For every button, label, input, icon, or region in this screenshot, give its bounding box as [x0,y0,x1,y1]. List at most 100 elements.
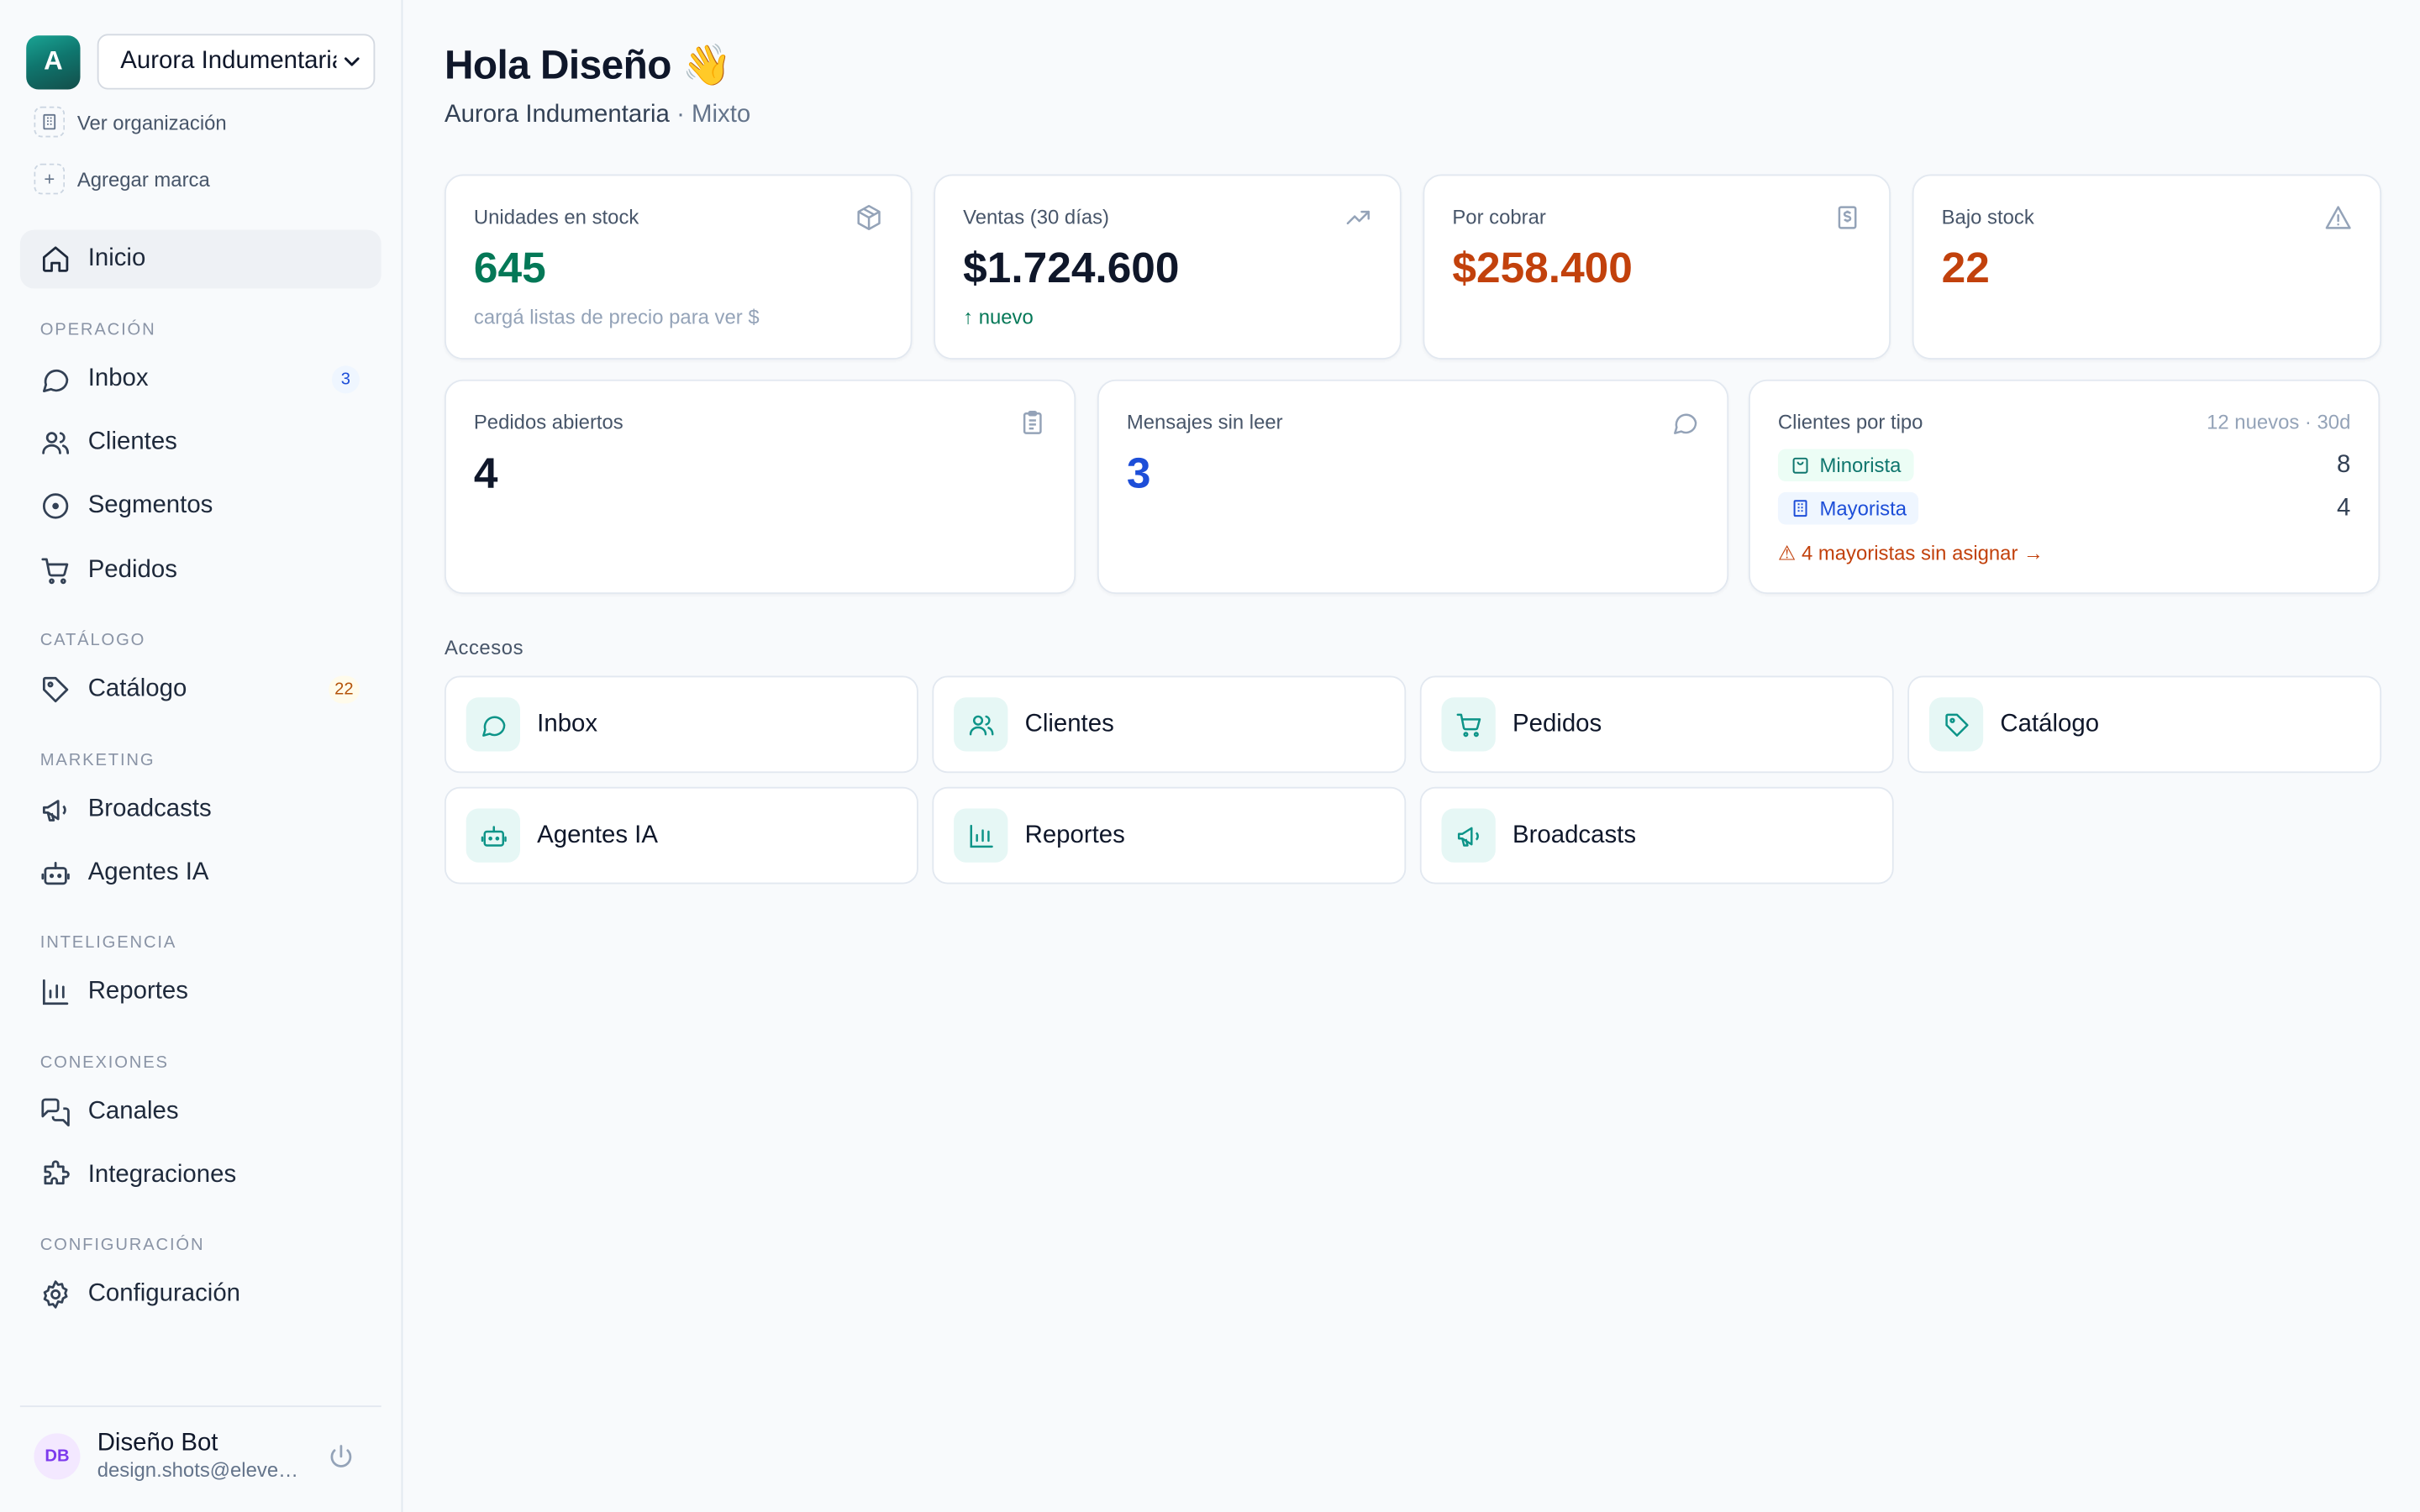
stat-card-clientes-por-tipo: Clientes por tipo 12 nuevos · 30d Minori… [1749,379,2381,595]
bar-chart-icon [954,808,1008,863]
shortcut-reportes[interactable]: Reportes [932,786,1407,885]
shortcut-inbox[interactable]: Inbox [444,675,918,774]
nav-label-integraciones: Integraciones [87,1162,237,1189]
stat-hint: cargá listas de precio para ver $ [473,305,760,329]
main-content: Hola Diseño 👋 Aurora Indumentaria · Mixt… [402,0,2420,1512]
nav-item-integraciones[interactable]: Integraciones [20,1147,381,1205]
nav-item-catalogo[interactable]: Catálogo 22 [20,660,381,719]
view-org-link[interactable]: Ver organización [34,106,227,138]
tag-icon [1928,697,1984,752]
nav-item-inicio[interactable]: Inicio [19,229,381,289]
nav-label-clientes: Clientes [87,428,177,455]
section-label-catalogo: CATÁLOGO [39,631,146,650]
bar-chart-icon [42,979,69,1005]
shopping-bag-icon [1792,457,1808,474]
org-name: Aurora Indumentaria [444,102,670,129]
cart-icon [41,558,69,585]
user-divider [19,1405,381,1408]
stat-card-pedidos-abiertos[interactable]: Pedidos abiertos 4 [444,379,1076,595]
nav-item-clientes[interactable]: Clientes [20,413,381,472]
message-circle-icon [466,697,520,752]
nav-item-agentes[interactable]: Agentes IA [20,844,381,903]
chevron-down-icon [344,57,360,66]
section-label-conexiones: CONEXIONES [39,1053,169,1073]
shortcut-broadcasts[interactable]: Broadcasts [1419,786,1894,885]
shortcut-catalogo[interactable]: Catálogo [1907,675,2382,774]
nav-item-inbox[interactable]: Inbox 3 [20,350,381,409]
messages-square-icon [41,1098,70,1126]
puzzle-icon [44,1160,70,1185]
megaphone-icon [1441,808,1496,863]
stat-card-mensajes[interactable]: Mensajes sin leer 3 [1097,379,1729,595]
tag-icon [42,676,69,703]
stat-label: Pedidos abiertos [473,410,623,434]
nav-label-reportes: Reportes [87,978,188,1005]
stat-card-ventas[interactable]: Ventas (30 días) $1.724.600 ↑ nuevo [934,174,1402,360]
building-icon [34,106,66,138]
users-icon [42,432,70,454]
mayorista-pill: Mayorista [1777,491,1919,525]
add-brand-link[interactable]: + Agregar marca [34,163,210,195]
shortcut-pedidos[interactable]: Pedidos [1419,675,1894,774]
add-brand-label: Agregar marca [76,167,210,191]
shortcut-label: Agentes IA [537,822,658,848]
nav-label-inicio: Inicio [87,245,146,272]
stat-label: Mensajes sin leer [1126,410,1283,434]
stat-label: Unidades en stock [473,205,639,228]
stat-value: 4 [473,449,498,497]
stat-value: 22 [1941,244,1990,292]
message-circle-icon [1674,413,1697,434]
target-icon [42,493,69,519]
building-icon [1793,500,1807,517]
client-type-row-mayorista[interactable]: Mayorista 4 [1777,491,2351,525]
nav-label-broadcasts: Broadcasts [87,795,212,822]
section-label-configuracion: CONFIGURACIÓN [39,1236,205,1255]
shortcut-label: Broadcasts [1512,822,1637,848]
plus-icon: + [34,163,66,195]
message-circle-icon [42,369,69,392]
nav-label-segmentos: Segmentos [87,491,213,519]
unassigned-wholesalers-link[interactable]: ⚠ 4 mayoristas sin asignar → [1778,542,2044,566]
page-subtitle: Aurora Indumentaria · Mixto [445,102,750,129]
power-icon[interactable] [327,1442,355,1470]
minorista-count: 8 [2336,451,2351,478]
bot-icon [41,861,70,885]
stat-label: Por cobrar [1452,205,1546,228]
section-label-inteligencia: INTELIGENCIA [39,933,177,953]
inbox-count-badge: 3 [331,365,360,394]
shortcut-label: Catálogo [2000,710,2100,738]
nav-item-configuracion[interactable]: Configuración [20,1265,381,1324]
stat-card-stock[interactable]: Unidades en stock 645 cargá listas de pr… [444,174,913,360]
sidebar: A Aurora Indumentaria Ver organización +… [0,0,403,1512]
client-type-row-minorista[interactable]: Minorista 8 [1777,449,2351,482]
nav-item-reportes[interactable]: Reportes [20,963,381,1021]
stat-card-por-cobrar[interactable]: Por cobrar $258.400 [1423,174,1891,360]
org-switcher: A Aurora Indumentaria [26,34,376,90]
nav-item-canales[interactable]: Canales [20,1083,381,1142]
nav-label-inbox: Inbox [87,365,149,392]
stat-value: 645 [473,244,546,292]
shortcut-clientes[interactable]: Clientes [932,675,1407,774]
section-label-operacion: OPERACIÓN [39,321,156,340]
stat-trend: ↑ nuevo [963,305,1034,329]
page-title: Hola Diseño 👋 [444,41,732,88]
gear-icon [43,1280,68,1309]
shortcut-label: Clientes [1024,710,1114,738]
nav-item-segmentos[interactable]: Segmentos [20,477,381,536]
org-avatar: A [26,34,81,89]
nav-item-broadcasts[interactable]: Broadcasts [20,780,381,839]
section-label-marketing: MARKETING [39,751,155,770]
org-select[interactable]: Aurora Indumentaria [97,34,376,90]
nav-label-configuracion: Configuración [87,1280,241,1307]
stat-label: Ventas (30 días) [963,205,1110,228]
shortcut-agentes[interactable]: Agentes IA [444,786,918,885]
user-avatar: DB [34,1432,81,1479]
nav-item-pedidos[interactable]: Pedidos [20,542,381,601]
trending-up-icon [1346,210,1370,225]
user-profile[interactable]: DB Diseño Bot design.shots@eleven.local [34,1431,301,1481]
nav-label-canales: Canales [87,1098,179,1125]
stat-card-bajo-stock[interactable]: Bajo stock 22 [1912,174,2382,360]
mayorista-label: Mayorista [1819,496,1907,520]
mayorista-count: 4 [2336,494,2351,521]
view-org-label: Ver organización [76,110,227,134]
